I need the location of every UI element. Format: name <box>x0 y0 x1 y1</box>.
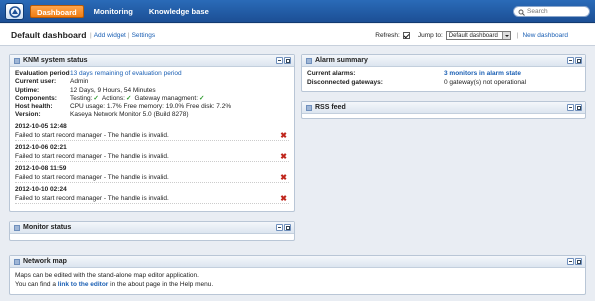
panel-header[interactable]: RSS feed <box>302 102 585 114</box>
jump-to-value: Default dashboard <box>448 33 498 39</box>
event-list: 2012-10-05 12:48 Failed to start record … <box>15 123 289 204</box>
health-value: CPU usage: 1.7% Free memory: 19.0% Free … <box>70 103 232 111</box>
user-label: Current user: <box>15 78 57 86</box>
minimize-icon[interactable] <box>567 57 574 64</box>
new-dashboard-link[interactable]: New dashboard <box>522 32 568 39</box>
uptime-value: 12 Days, 9 Hours, 54 Minutes <box>70 86 156 94</box>
event-message: Failed to start record manager - The han… <box>15 173 289 183</box>
panel-header[interactable]: Monitor status <box>10 222 294 234</box>
panel-title: Network map <box>23 258 67 265</box>
map-info-line: Maps can be edited with the stand-alone … <box>15 272 199 279</box>
version-label: Version: <box>15 111 41 119</box>
check-icon: ✓ <box>93 94 99 102</box>
map-info-line: You can find a link to the editor in the… <box>15 281 580 290</box>
maximize-icon[interactable] <box>575 57 582 64</box>
health-label: Host health: <box>15 103 53 111</box>
event-text: Failed to start record manager - The han… <box>15 173 169 181</box>
panel-title: KNM system status <box>23 57 88 64</box>
minimize-icon[interactable] <box>567 258 574 265</box>
check-icon: ✓ <box>125 94 132 102</box>
event-date: 2012-10-05 12:48 <box>15 122 67 130</box>
panel-header[interactable]: Network map <box>10 256 585 268</box>
network-map-panel: Network map Maps can be edited with the … <box>9 255 586 295</box>
maximize-icon[interactable] <box>575 258 582 265</box>
tab-knowledge-base[interactable]: Knowledge base <box>143 5 215 18</box>
check-icon: ✓ <box>199 94 205 102</box>
dashboard-toolbar: Default dashboard | Add widget | Settings R… <box>0 24 595 46</box>
minimize-icon[interactable] <box>276 224 283 231</box>
panel-icon <box>306 105 312 111</box>
panel-header[interactable]: Alarm summary <box>302 55 585 67</box>
knm-status-panel: KNM system status Evaluation period 13 da… <box>9 54 295 212</box>
event-date: 2012-10-06 02:21 <box>15 143 67 151</box>
app-logo-icon[interactable] <box>5 3 24 20</box>
current-alarms-link[interactable]: 3 monitors in alarm state <box>444 70 521 77</box>
panel-icon <box>14 225 20 231</box>
tab-monitoring[interactable]: Monitoring <box>88 5 139 18</box>
panel-title: RSS feed <box>315 104 346 111</box>
uptime-label: Uptime: <box>15 86 40 94</box>
minimize-icon[interactable] <box>567 104 574 111</box>
evaluation-link[interactable]: 13 days remaining of evaluation period <box>70 70 182 77</box>
testing-label: Testing: <box>70 94 93 102</box>
current-alarms-label: Current alarms: <box>307 70 356 77</box>
panel-title: Alarm summary <box>315 57 368 64</box>
toolbar-right: Refresh: Jump to: Default dashboard | Ne… <box>375 31 568 40</box>
panel-icon <box>306 58 312 64</box>
event-text: Failed to start record manager - The han… <box>15 131 169 139</box>
maximize-icon[interactable] <box>284 224 291 231</box>
event-text: Failed to start record manager - The han… <box>15 194 169 202</box>
components-label: Components: <box>15 94 57 102</box>
evaluation-label: Evaluation period <box>15 70 70 77</box>
user-value: Admin <box>70 78 89 86</box>
search-icon <box>518 9 525 16</box>
minimize-icon[interactable] <box>276 57 283 64</box>
event-message: Failed to start record manager - The han… <box>15 131 289 141</box>
delete-icon[interactable]: ✖ <box>280 173 287 183</box>
panel-title: Monitor status <box>23 224 72 231</box>
jump-to-select[interactable]: Default dashboard <box>445 31 511 40</box>
maximize-icon[interactable] <box>284 57 291 64</box>
tab-dashboard[interactable]: Dashboard <box>30 5 84 18</box>
jump-to-label: Jump to: <box>417 32 443 39</box>
components-value: Testing:✓ Actions:✓ Gateway managment:✓ <box>70 95 207 103</box>
monitor-status-panel: Monitor status <box>9 221 295 241</box>
event-text: Failed to start record manager - The han… <box>15 152 169 160</box>
panel-icon <box>14 58 20 64</box>
delete-icon[interactable]: ✖ <box>280 131 287 141</box>
event-message: Failed to start record manager - The han… <box>15 194 289 204</box>
delete-icon[interactable]: ✖ <box>280 152 287 162</box>
event-date: 2012-10-10 02:24 <box>15 185 67 193</box>
page-title: Default dashboard <box>11 30 87 40</box>
main-nav: Dashboard Monitoring Knowledge base <box>30 5 215 18</box>
panel-icon <box>14 259 20 265</box>
event-message: Failed to start record manager - The han… <box>15 152 289 162</box>
chevron-down-icon <box>501 32 510 39</box>
top-navigation-bar: Dashboard Monitoring Knowledge base <box>0 0 595 23</box>
toolbar-links: | Add widget | Settings <box>90 32 156 39</box>
actions-label: Actions: <box>101 94 125 102</box>
event-date: 2012-10-08 11:59 <box>15 164 67 172</box>
gateways-value: 0 gateway(s) not operational <box>444 78 527 86</box>
alarm-summary-panel: Alarm summary Current alarms: 3 monitors … <box>301 54 586 92</box>
search-input[interactable] <box>527 7 587 16</box>
maximize-icon[interactable] <box>575 104 582 111</box>
gateways-label: Disconnected gateways: <box>307 78 383 86</box>
gateway-label: Gateway managment: <box>134 94 199 102</box>
search-box <box>513 6 590 17</box>
delete-icon[interactable]: ✖ <box>280 194 287 204</box>
map-editor-link[interactable]: link to the editor <box>58 281 109 288</box>
map-text: in the about page in the Help menu. <box>110 280 214 288</box>
refresh-label: Refresh: <box>375 32 400 39</box>
version-value: Kaseya Network Monitor 5.0 (Build 8278) <box>70 111 189 119</box>
add-widget-link[interactable]: Add widget <box>94 32 126 39</box>
map-text: You can find a <box>15 280 56 288</box>
refresh-checkbox[interactable] <box>402 32 410 39</box>
rss-feed-panel: RSS feed <box>301 101 586 119</box>
panel-header[interactable]: KNM system status <box>10 55 294 67</box>
settings-link[interactable]: Settings <box>132 32 156 39</box>
